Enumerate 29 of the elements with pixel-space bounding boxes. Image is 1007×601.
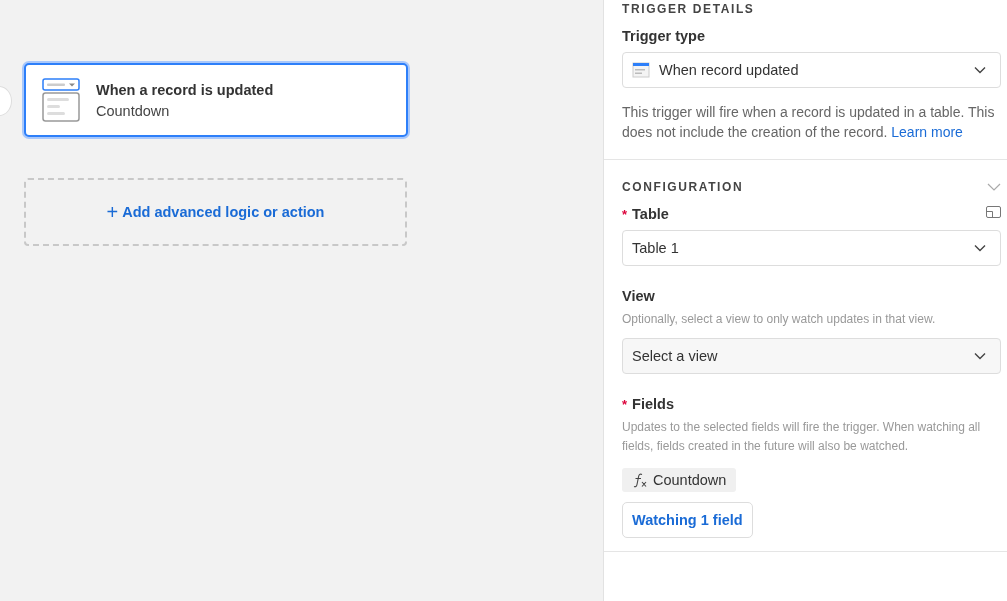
label-text: View bbox=[622, 288, 655, 304]
record-form-icon bbox=[632, 62, 650, 78]
required-mark: * bbox=[622, 397, 628, 412]
field-label: Trigger type bbox=[622, 28, 706, 44]
add-action-button[interactable]: + Add advanced logic or action bbox=[24, 178, 407, 246]
trigger-title: When a record is updated bbox=[96, 81, 274, 98]
view-dropdown[interactable]: Select a view bbox=[622, 338, 1001, 374]
expand-icon[interactable] bbox=[986, 206, 1001, 218]
section-heading: TRIGGER DETAILS bbox=[622, 2, 756, 16]
chevron-down-icon bbox=[974, 66, 986, 74]
learn-more-link[interactable]: Learn more bbox=[891, 124, 963, 140]
watching-fields-button[interactable]: Watching 1 field bbox=[622, 502, 753, 538]
field-hint: Optionally, select a view to only watch updates in that view. bbox=[622, 311, 937, 328]
chevron-icon[interactable] bbox=[987, 183, 1001, 191]
field-chip: Countdown bbox=[622, 468, 737, 492]
required-mark: * bbox=[622, 207, 628, 222]
chevron-down-icon bbox=[974, 244, 986, 252]
trigger-table-name: Countdown bbox=[96, 102, 171, 119]
trigger-card[interactable]: When a record is updated Countdown bbox=[24, 63, 408, 137]
label-text: Fields bbox=[632, 396, 674, 412]
field-hint: Updates to the selected fields will fire the trigger. When watching all fields, fields created in the future will also be watched. bbox=[622, 419, 982, 455]
label-text: Table bbox=[632, 206, 669, 222]
chevron-down-icon bbox=[974, 352, 986, 360]
formula-icon bbox=[632, 472, 648, 488]
trigger-description: This trigger will fire when a record is updated in a table. This does not include the creation of the record. Learn more bbox=[622, 103, 996, 142]
record-form-icon bbox=[42, 78, 82, 122]
table-dropdown[interactable]: Table 1 bbox=[622, 230, 1001, 266]
trigger-type-dropdown[interactable]: When record updated bbox=[622, 52, 1001, 88]
section-heading: CONFIGURATION bbox=[622, 180, 744, 194]
